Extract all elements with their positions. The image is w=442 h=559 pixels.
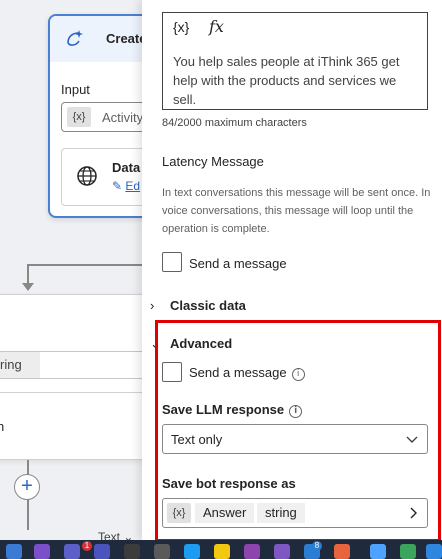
instructions-text[interactable]: You help sales people at iThink 365 get … <box>173 52 419 109</box>
string-field[interactable]: ring <box>0 351 145 379</box>
formula-icon[interactable]: fx <box>209 17 224 36</box>
save-bot-response-title: Save bot response as <box>162 476 296 491</box>
data-source-label: Data <box>112 160 141 175</box>
properties-panel: {x} fx You help sales people at iThink 3… <box>142 0 442 540</box>
terminal-icon[interactable] <box>124 544 140 559</box>
chevron-down-icon <box>406 436 418 443</box>
folder-icon[interactable] <box>214 544 230 559</box>
teams-icon[interactable] <box>64 544 80 559</box>
character-count: 84/2000 maximum characters <box>162 117 307 129</box>
variable-icon: {x} <box>167 503 191 523</box>
app-icon[interactable] <box>274 544 290 559</box>
latency-message-title: Latency Message <box>162 154 264 169</box>
latency-send-message-label: Send a message <box>189 256 287 271</box>
twitter-icon[interactable] <box>184 544 200 559</box>
teams-icon[interactable] <box>94 544 110 559</box>
chevron-right-icon[interactable]: › <box>150 298 154 313</box>
advanced-send-message-checkbox[interactable] <box>162 362 182 382</box>
notification-badge: 1 <box>82 541 92 551</box>
app-icon[interactable] <box>426 544 442 559</box>
pencil-icon: ✎ <box>112 179 123 193</box>
app-icon[interactable] <box>154 544 170 559</box>
bottom-node-text: Text <box>98 530 121 540</box>
variable-name: Answer <box>195 503 255 523</box>
node-text: n <box>0 419 5 434</box>
app-icon[interactable] <box>244 544 260 559</box>
save-bot-response-variable[interactable]: {x} Answer string <box>162 498 428 528</box>
save-llm-response-dropdown[interactable]: Text only <box>162 424 428 454</box>
advanced-send-message-label: Send a message i <box>189 365 305 381</box>
divider <box>0 392 151 393</box>
advanced-send-message-text: Send a message <box>189 365 287 380</box>
variable-type: string <box>257 503 305 523</box>
edit-link[interactable]: ✎ Ed <box>112 179 140 193</box>
edit-link-label: Ed <box>125 179 141 193</box>
latency-send-message-checkbox[interactable] <box>162 252 182 272</box>
node-input-value: Activity <box>102 110 144 125</box>
calendar-icon[interactable] <box>370 544 386 559</box>
chevron-down-icon[interactable]: ⌄ <box>150 336 161 352</box>
arrow-down-icon <box>22 283 34 291</box>
advanced-toggle[interactable]: Advanced <box>170 336 232 351</box>
latency-message-description: In text conversations this message will … <box>162 187 431 235</box>
variable-icon: {x} <box>67 107 91 127</box>
add-node-button[interactable]: + <box>14 474 40 500</box>
string-type-chip: ring <box>0 352 40 378</box>
node-input-label: Input <box>61 82 90 97</box>
node-title: Create <box>106 31 147 46</box>
app-icon[interactable] <box>334 544 350 559</box>
classic-data-toggle[interactable]: Classic data <box>170 298 246 313</box>
connector-line <box>28 264 158 266</box>
instructions-editor[interactable]: {x} fx You help sales people at iThink 3… <box>162 12 428 110</box>
globe-icon <box>77 166 97 186</box>
notification-badge: 8 <box>312 541 322 551</box>
chevron-right-icon <box>410 507 417 519</box>
visual-studio-icon[interactable] <box>34 544 50 559</box>
next-node-card[interactable]: ring n <box>0 294 151 460</box>
chevron-down-icon: ⌄ <box>123 530 134 540</box>
info-icon[interactable]: i <box>289 405 303 418</box>
app-icon[interactable] <box>6 544 22 559</box>
save-llm-response-text: Save LLM response <box>162 402 285 417</box>
info-icon[interactable]: i <box>291 368 305 381</box>
bottom-node-label: Text ⌄ <box>98 530 133 540</box>
taskbar: 1 8 <box>0 540 442 559</box>
insert-variable-icon[interactable]: {x} <box>173 19 189 35</box>
dropdown-value: Text only <box>171 432 223 447</box>
app-icon[interactable] <box>400 544 416 559</box>
sparkle-icon <box>67 30 83 46</box>
save-llm-response-title: Save LLM response i <box>162 402 303 418</box>
